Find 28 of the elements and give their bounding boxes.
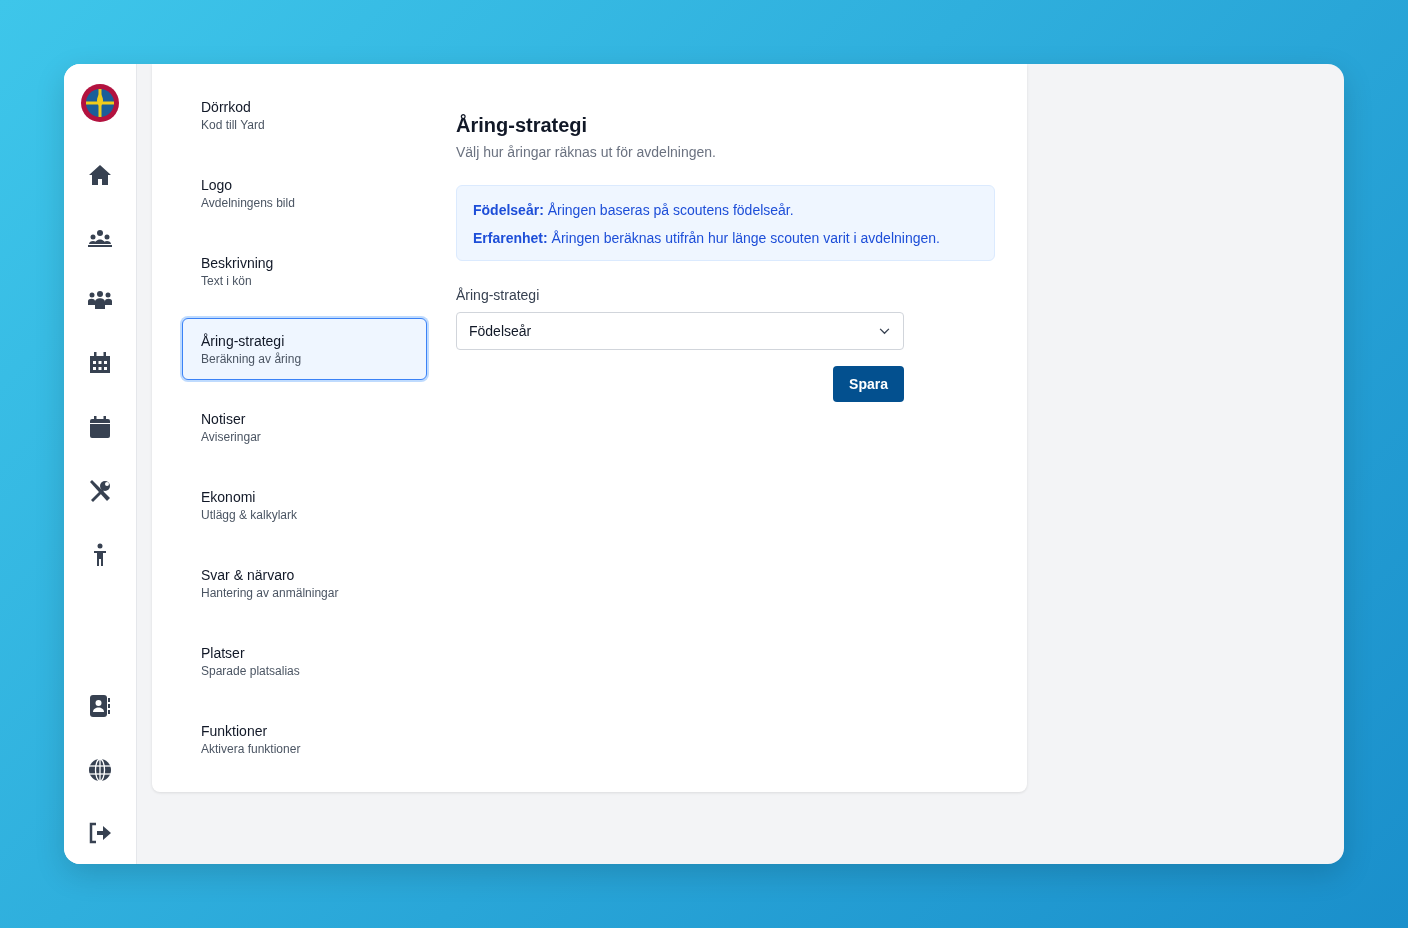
calendar-grid-icon[interactable]: [89, 351, 111, 375]
group-icon[interactable]: [87, 227, 113, 249]
people-icon[interactable]: [87, 289, 113, 311]
person-icon[interactable]: [92, 543, 108, 567]
emblem-logo[interactable]: [80, 83, 120, 123]
field-label: Åring-strategi: [456, 287, 541, 303]
save-button[interactable]: Spara: [833, 366, 904, 402]
panel-description: Välj hur åringar räknas ut för avdelningen.: [456, 144, 717, 160]
settings-menu-item[interactable]: Logo Avdelningens bild: [182, 162, 427, 224]
info-text: Födelseår: Åringen baseras på scoutens födelseår.: [473, 202, 795, 218]
chevron-down-icon: [879, 327, 890, 335]
settings-menu-item[interactable]: Beskrivning Text i kön: [182, 240, 427, 302]
info-text: Erfarenhet: Åringen beräknas utifrån hur länge scouten varit i avdelningen.: [473, 230, 941, 246]
settings-menu-item[interactable]: Platser Sparade platsalias: [182, 630, 427, 692]
panel-title: Åring-strategi: [456, 114, 589, 137]
settings-menu-item[interactable]: Åring-strategi Beräkning av åring: [182, 318, 427, 380]
settings-menu-item[interactable]: Dörrkod Kod till Yard: [182, 84, 427, 146]
settings-menu-item[interactable]: Notiser Aviseringar: [182, 396, 427, 458]
logout-icon[interactable]: [88, 822, 112, 844]
contact-book-icon[interactable]: [89, 694, 111, 718]
tools-icon[interactable]: [88, 479, 112, 503]
settings-menu-item[interactable]: Funktioner Aktivera funktioner: [182, 708, 427, 770]
calendar-icon[interactable]: [89, 415, 111, 439]
settings-menu-item[interactable]: Ekonomi Utlägg & kalkylark: [182, 474, 427, 536]
globe-icon[interactable]: [88, 758, 112, 782]
settings-menu-item[interactable]: Svar & närvaro Hantering av anmälningar: [182, 552, 427, 614]
strategy-select[interactable]: Födelseår: [456, 312, 904, 350]
home-icon[interactable]: [88, 163, 112, 187]
